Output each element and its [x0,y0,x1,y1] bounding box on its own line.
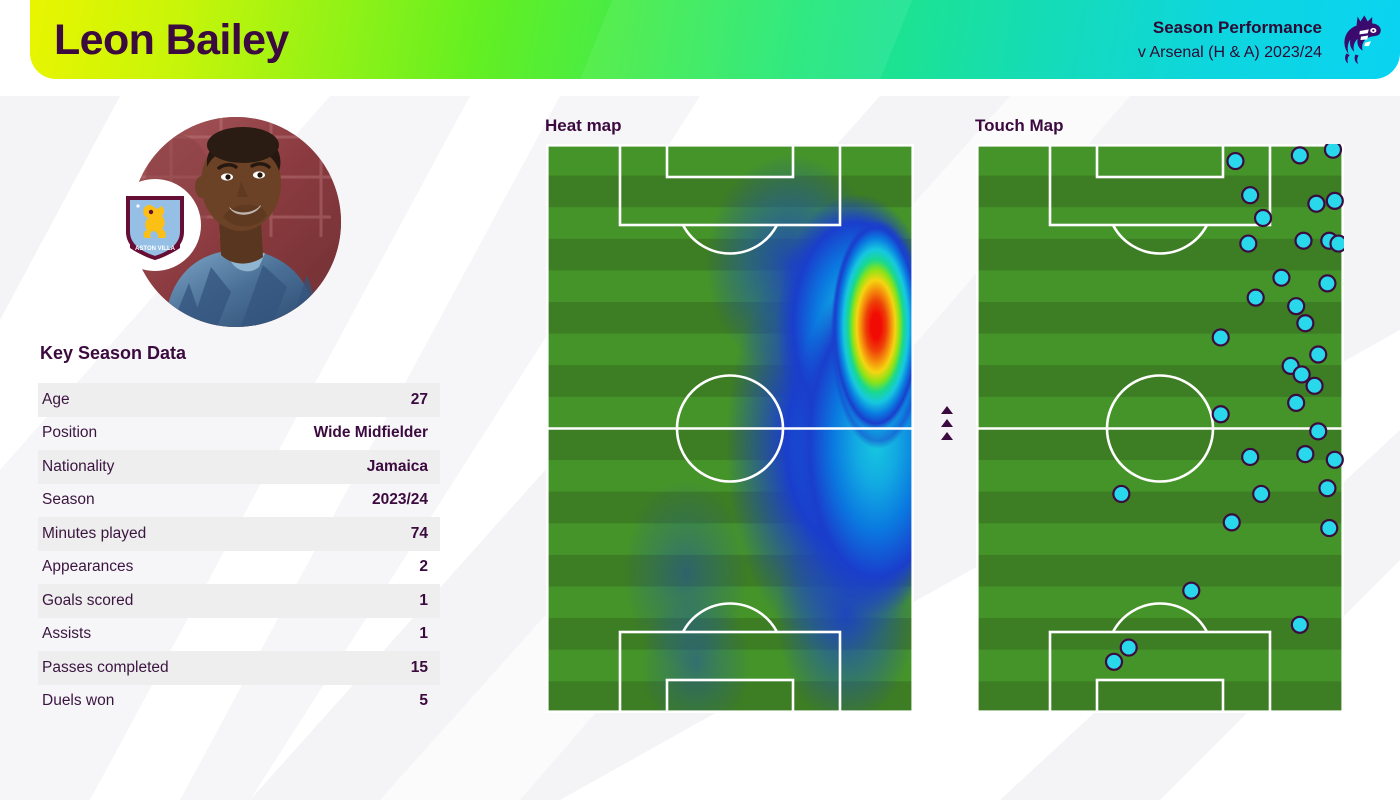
stat-label: Position [42,424,98,442]
touch-point [1287,297,1306,316]
aston-villa-badge-icon: ASTON VILLA [126,196,184,260]
page-title: Leon Bailey [54,16,289,64]
stat-label: Assists [42,625,92,643]
touch-point [1318,274,1337,293]
touch-point [1252,484,1271,504]
touch-point [1323,144,1343,159]
table-row: Position Wide Midfielder [38,417,440,451]
touch-point [1309,345,1328,364]
heat-map-pitch [546,144,914,713]
header-subtitle: v Arsenal (H & A) 2023/24 [1137,43,1322,61]
touch-map-title: Touch Map [975,116,1064,135]
key-season-data-heading: Key Season Data [40,343,187,363]
table-row: Appearances 2 [38,551,440,585]
touch-point [1253,208,1273,228]
table-row: Season 2023/24 [38,484,440,518]
touch-point [1329,234,1344,253]
touch-point [1325,450,1344,469]
stat-label: Appearances [42,558,134,576]
touch-point [1287,393,1306,412]
table-row: Goals scored 1 [38,584,440,618]
touch-point [1241,186,1260,205]
header-banner: Leon Bailey Season Performance v Arsenal… [30,0,1400,79]
player-photo-block: ASTON VILLA [109,117,341,327]
touch-point [1104,652,1124,671]
up-arrow-icon [941,419,953,427]
stat-value: 27 [410,390,428,408]
table-row: Age 27 [38,383,440,417]
touch-point [1290,615,1309,634]
touch-point [1325,191,1344,211]
table-row: Nationality Jamaica [38,450,440,484]
key-season-data-table: Age 27 Position Wide Midfielder Nationality J… [38,383,440,718]
up-arrow-icon [941,432,953,440]
stat-label: Age [42,390,70,408]
stat-value: 74 [410,524,428,542]
table-row: Minutes played 74 [38,517,440,551]
touch-map-pitch [976,144,1344,713]
touch-point [1222,513,1241,532]
header-title: Season Performance [1152,18,1322,37]
heat-map-title: Heat map [545,116,622,135]
touch-point [1309,422,1328,441]
touch-point [1290,146,1309,165]
stat-value: 2 [419,558,428,576]
touch-point [1296,445,1315,464]
stat-label: Passes completed [42,658,169,676]
touch-point [1211,405,1230,424]
touch-point [1292,365,1311,384]
stat-value: 5 [419,692,428,710]
stat-value: Jamaica [366,457,428,475]
touch-point [1226,151,1245,171]
touch-point [1246,288,1265,307]
touch-point [1182,581,1201,600]
stat-value: 1 [419,625,428,643]
stat-label: Duels won [42,692,115,710]
stat-label: Goals scored [42,591,134,609]
up-arrow-icon [941,406,953,414]
touch-point [1305,376,1324,395]
touch-point [1119,638,1138,657]
touch-point [1112,484,1131,504]
table-row: Passes completed 15 [38,651,440,685]
heat-map-svg [546,144,914,713]
stat-label: Season [42,491,95,509]
touch-point [1307,194,1326,213]
table-row: Duels won 5 [38,685,440,719]
stat-value: 15 [410,658,428,676]
stat-value: 2023/24 [371,491,428,509]
stat-label: Nationality [42,457,115,475]
touch-point [1320,518,1339,538]
stat-value: 1 [419,591,428,609]
touch-point [1296,314,1315,333]
stat-value: Wide Midfielder [313,424,428,442]
premier-league-lion-icon [1344,15,1381,65]
header-meta: Season Performance v Arsenal (H & A) 202… [1138,16,1322,64]
touch-point [1272,268,1291,287]
touch-point [1239,234,1258,253]
stat-label: Minutes played [42,524,147,542]
touch-point [1211,328,1230,347]
svg-text:ASTON VILLA: ASTON VILLA [135,246,176,252]
touch-point [1241,447,1260,467]
touch-point [1294,231,1313,250]
table-row: Assists 1 [38,618,440,652]
touch-point [1318,479,1337,498]
direction-of-play-arrows [938,406,956,440]
touch-map-svg [976,144,1344,713]
